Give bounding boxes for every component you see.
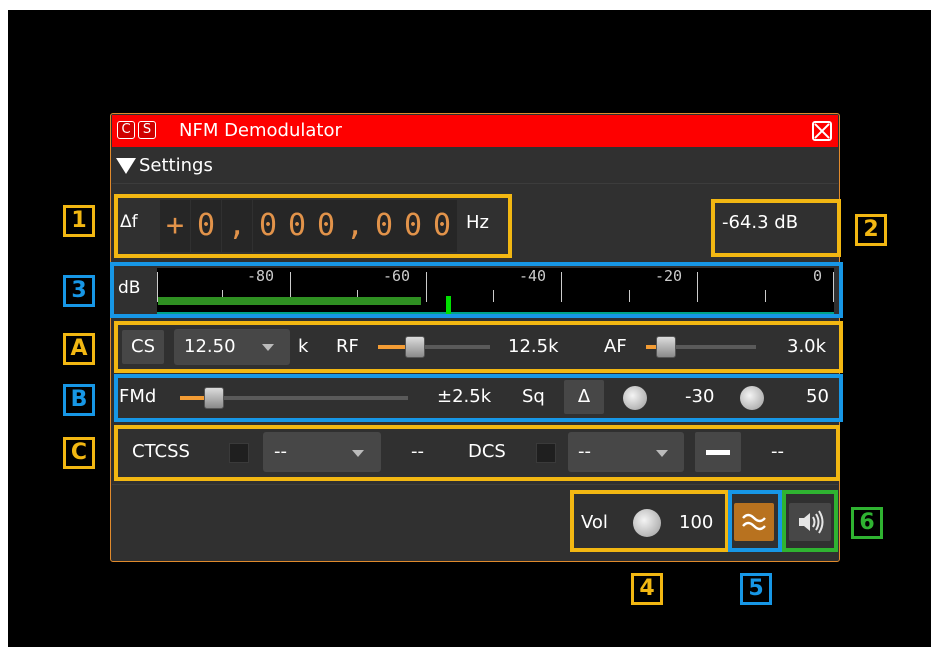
callout-c: C (63, 437, 95, 469)
settings-header[interactable] (112, 148, 838, 184)
highlight-mute (782, 490, 838, 552)
channel-c-button[interactable]: C (117, 121, 135, 139)
callout-a: A (63, 333, 95, 365)
callout-4: 4 (631, 573, 663, 605)
callout-6: 6 (851, 507, 883, 539)
highlight-volume (570, 490, 729, 552)
bottom-divider (112, 484, 838, 485)
close-icon[interactable] (812, 121, 832, 141)
highlight-filter (728, 490, 782, 552)
callout-b: B (63, 384, 95, 416)
callout-5: 5 (740, 573, 772, 605)
highlight-frequency (114, 194, 512, 258)
highlight-row-c (114, 425, 840, 481)
callout-1: 1 (63, 205, 95, 237)
highlight-meter (110, 262, 843, 318)
highlight-power (711, 199, 841, 257)
window-title: NFM Demodulator (179, 120, 342, 141)
callout-2: 2 (855, 214, 887, 246)
stream-s-button[interactable]: S (138, 121, 156, 139)
highlight-row-a (114, 321, 843, 373)
settings-label[interactable]: Settings (139, 152, 213, 180)
callout-3: 3 (63, 275, 95, 307)
collapse-triangle-icon[interactable] (116, 158, 136, 174)
highlight-row-b (114, 374, 843, 422)
